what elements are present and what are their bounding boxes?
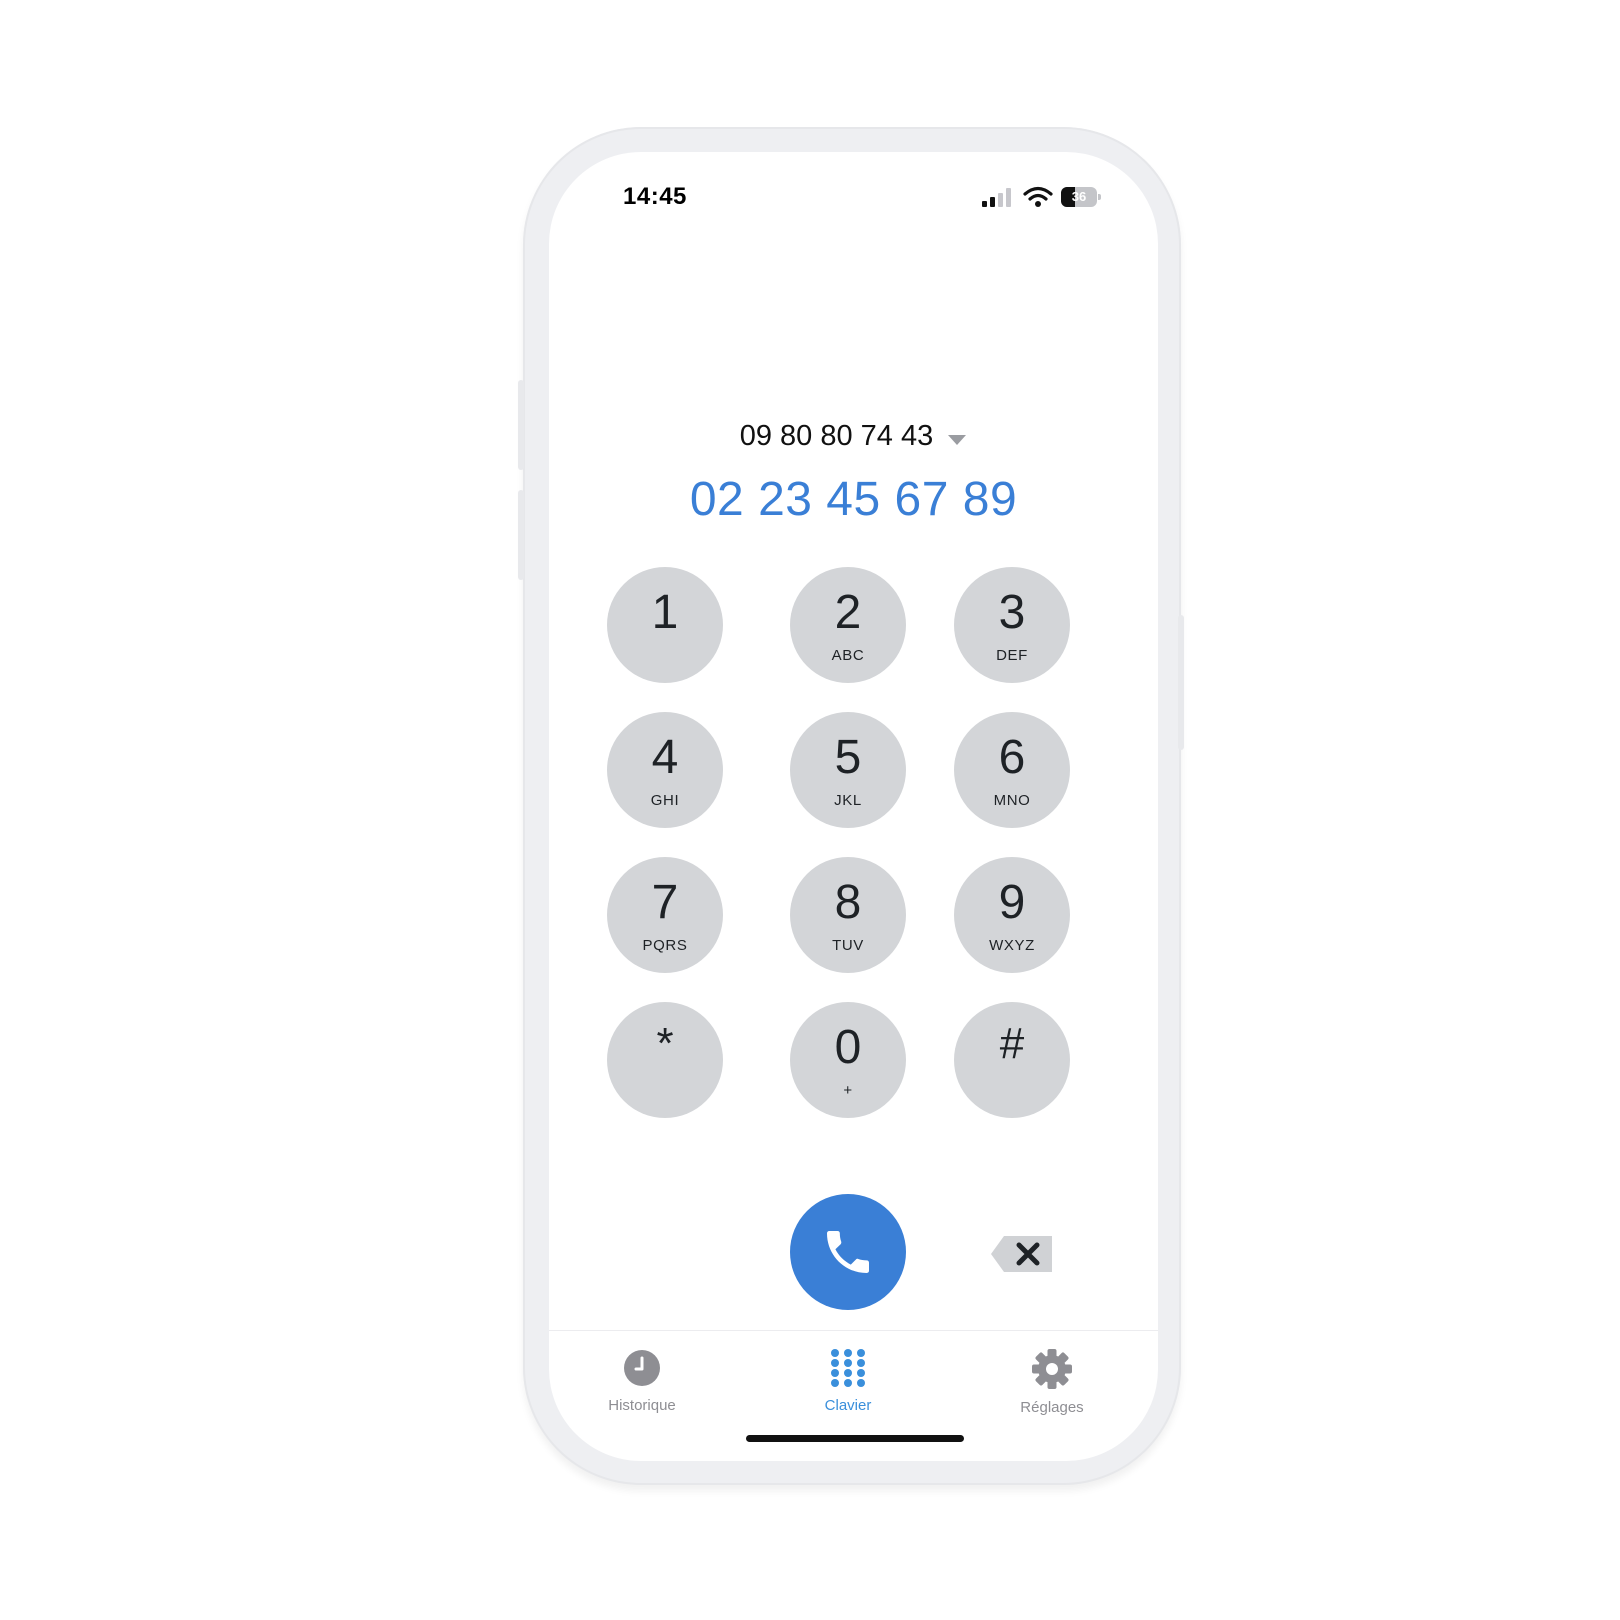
battery-level: 36 xyxy=(1071,189,1087,204)
key-4[interactable]: 4 GHI xyxy=(607,712,723,828)
key-digit: 2 xyxy=(834,586,862,639)
key-digit: 4 xyxy=(651,731,679,784)
key-star[interactable]: * xyxy=(607,1002,723,1118)
key-letters: TUV xyxy=(832,937,864,954)
phone-screen: 14:45 36 09 80 80 74 43 02 23 45 67 89 1… xyxy=(549,152,1158,1461)
key-0[interactable]: 0 + xyxy=(790,1002,906,1118)
key-digit: 3 xyxy=(998,586,1026,639)
key-letters: WXYZ xyxy=(989,937,1035,954)
tab-bar-divider xyxy=(549,1330,1158,1331)
key-digit: 0 xyxy=(834,1021,862,1074)
volume-down-button xyxy=(518,490,524,580)
caller-id-selector[interactable]: 09 80 80 74 43 xyxy=(549,420,1158,454)
chevron-down-icon xyxy=(947,421,967,454)
key-1[interactable]: 1 xyxy=(607,567,723,683)
key-9[interactable]: 9 WXYZ xyxy=(954,857,1070,973)
clock-icon xyxy=(624,1350,660,1386)
dialed-number: 02 23 45 67 89 xyxy=(689,473,1018,526)
tab-reglages[interactable]: Réglages xyxy=(987,1348,1117,1416)
key-hash[interactable]: # xyxy=(954,1002,1070,1118)
wifi-icon xyxy=(1023,186,1053,207)
key-digit: 5 xyxy=(834,731,862,784)
key-digit: * xyxy=(656,1019,674,1068)
key-digit: # xyxy=(999,1019,1025,1068)
key-digit: 1 xyxy=(651,586,679,639)
battery-icon: 36 xyxy=(1061,187,1101,207)
gear-icon xyxy=(1032,1349,1072,1389)
key-letters: GHI xyxy=(650,792,680,809)
tab-label: Clavier xyxy=(824,1397,872,1414)
key-8[interactable]: 8 TUV xyxy=(790,857,906,973)
key-digit: 8 xyxy=(834,876,862,929)
caller-id-number: 09 80 80 74 43 xyxy=(739,420,934,452)
phone-icon xyxy=(827,1231,869,1273)
power-button xyxy=(1178,615,1184,750)
key-letters: MNO xyxy=(993,792,1031,809)
key-letters: JKL xyxy=(834,792,862,809)
key-digit: 7 xyxy=(651,876,679,929)
key-3[interactable]: 3 DEF xyxy=(954,567,1070,683)
key-letters: ABC xyxy=(831,647,865,664)
call-button[interactable] xyxy=(790,1194,906,1310)
tab-label: Historique xyxy=(608,1397,676,1414)
delete-button[interactable] xyxy=(990,1234,1054,1279)
key-digit: 6 xyxy=(998,731,1026,784)
key-2[interactable]: 2 ABC xyxy=(790,567,906,683)
tab-historique[interactable]: Historique xyxy=(577,1348,707,1414)
key-6[interactable]: 6 MNO xyxy=(954,712,1070,828)
tab-label: Réglages xyxy=(1020,1399,1084,1416)
backspace-icon xyxy=(991,1236,1052,1272)
key-5[interactable]: 5 JKL xyxy=(790,712,906,828)
key-letters: DEF xyxy=(996,647,1028,664)
keypad-icon xyxy=(831,1349,865,1387)
key-7[interactable]: 7 PQRS xyxy=(607,857,723,973)
tab-clavier[interactable]: Clavier xyxy=(783,1348,913,1414)
key-letters: PQRS xyxy=(642,937,688,954)
volume-up-button xyxy=(518,380,524,470)
key-letters: + xyxy=(843,1082,853,1099)
cellular-signal-icon xyxy=(982,188,1011,207)
status-time: 14:45 xyxy=(623,183,687,210)
home-indicator[interactable] xyxy=(746,1435,964,1442)
key-digit: 9 xyxy=(998,876,1026,929)
